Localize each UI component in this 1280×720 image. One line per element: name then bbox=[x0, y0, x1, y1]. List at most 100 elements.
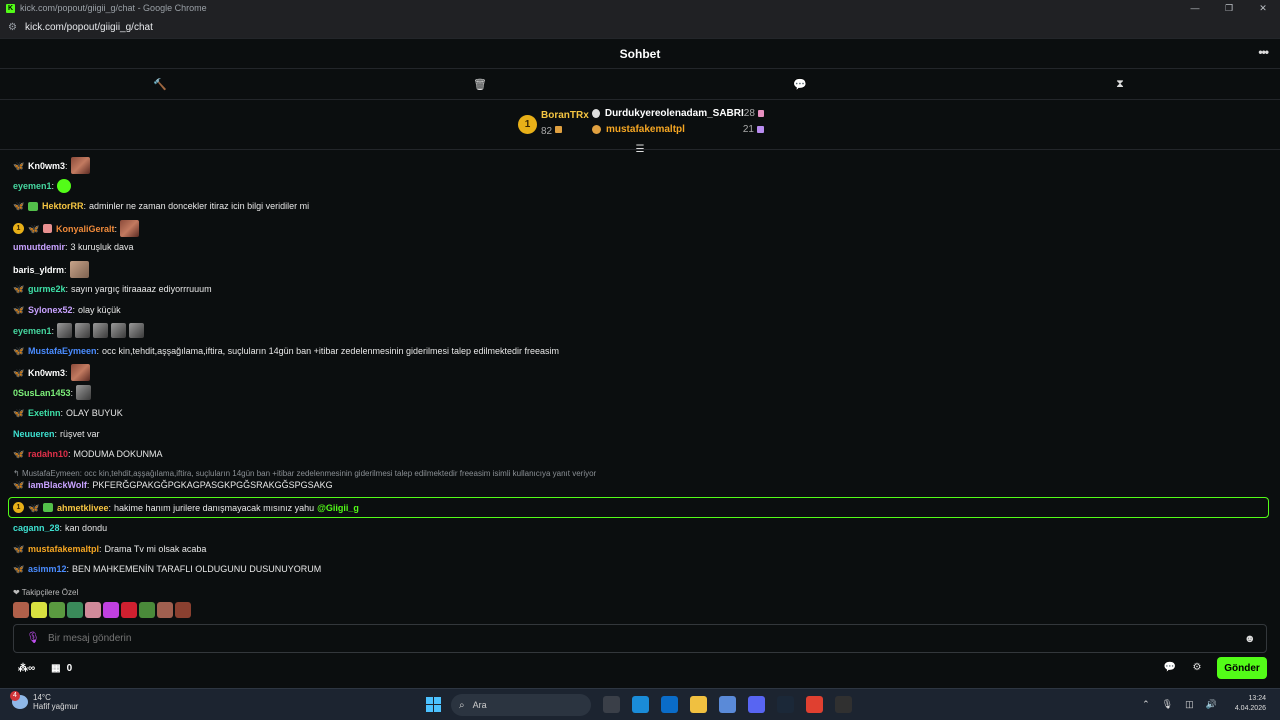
quick-emote[interactable] bbox=[13, 602, 29, 618]
message-text: hakime hanım jurilere danışmayacak mısın… bbox=[114, 502, 315, 513]
mention-tag[interactable]: @Giigii_g bbox=[317, 503, 359, 513]
message-username[interactable]: Kn0wm3 bbox=[28, 368, 65, 378]
clear-chat-button[interactable]: 🗑 bbox=[320, 78, 640, 91]
weather-widget[interactable]: 4 14°C Hafif yağmur bbox=[10, 691, 78, 711]
message-username[interactable]: eyemen1 bbox=[13, 326, 52, 336]
minimize-button[interactable]: — bbox=[1178, 0, 1212, 16]
edge-icon[interactable] bbox=[632, 696, 649, 713]
quick-emote[interactable] bbox=[67, 602, 83, 618]
butterfly-badge-icon: 🦋 bbox=[13, 544, 25, 554]
steam-icon[interactable] bbox=[777, 696, 794, 713]
chat-message: cagann_28: kan dondu bbox=[13, 523, 108, 533]
message-username[interactable]: HektorRR bbox=[42, 201, 84, 211]
restore-button[interactable]: ❐ bbox=[1212, 0, 1246, 16]
message-username[interactable]: MustafaEymeen bbox=[28, 346, 97, 356]
message-username[interactable]: KonyaliGeralt bbox=[56, 224, 115, 234]
message-username[interactable]: radahn10 bbox=[28, 449, 68, 459]
file-explorer-icon[interactable] bbox=[690, 696, 707, 713]
clock[interactable]: 13:24 4.04.2026 bbox=[1235, 694, 1266, 714]
points-count: 0 bbox=[66, 663, 73, 674]
microphone-icon[interactable]: 🎙 bbox=[26, 632, 40, 645]
message-username[interactable]: asimm12 bbox=[28, 564, 67, 574]
clock-time: 13:24 bbox=[1248, 695, 1266, 702]
quick-emote[interactable] bbox=[157, 602, 173, 618]
volume-icon[interactable]: 🔊 bbox=[1206, 699, 1217, 710]
address-bar[interactable]: ⚙ kick.com/popout/giigii_g/chat bbox=[0, 16, 1280, 38]
chat-message-input[interactable] bbox=[48, 633, 1244, 644]
message-username[interactable]: baris_yldrm bbox=[13, 265, 64, 275]
url-text[interactable]: kick.com/popout/giigii_g/chat bbox=[25, 22, 153, 33]
store-icon[interactable]: ▦ bbox=[51, 663, 60, 674]
quick-emote[interactable] bbox=[49, 602, 65, 618]
chat-options-icon[interactable]: 💬 bbox=[1163, 661, 1177, 675]
quick-emote[interactable] bbox=[85, 602, 101, 618]
quick-emote[interactable] bbox=[103, 602, 119, 618]
window-title: kick.com/popout/giigii_g/chat - Google C… bbox=[20, 3, 207, 13]
butterfly-badge-icon: 🦋 bbox=[28, 502, 40, 513]
chevron-up-icon[interactable]: ⌃ bbox=[1142, 699, 1150, 710]
message-username[interactable]: mustafakemaltpl bbox=[28, 544, 99, 554]
butterfly-badge-icon: 🦋 bbox=[13, 449, 25, 459]
taskbar-apps bbox=[603, 696, 852, 713]
butterfly-badge-icon: 🦋 bbox=[13, 305, 25, 315]
leaderboard-first[interactable]: 1 BoranTRx 82 bbox=[518, 110, 589, 139]
microphone-tray-icon[interactable]: 🎙 bbox=[1162, 699, 1173, 710]
message-text: 3 kuruşluk dava bbox=[70, 242, 134, 252]
footer-right: 💬 ⚙ Gönder bbox=[1163, 657, 1267, 679]
app-icon[interactable] bbox=[835, 696, 852, 713]
butterfly-badge-icon: 🦋 bbox=[13, 346, 25, 356]
rank-badge-icon bbox=[592, 109, 600, 118]
message-username[interactable]: iamBlackWolf bbox=[28, 480, 87, 490]
settings-app-icon[interactable] bbox=[719, 696, 736, 713]
gift-icon bbox=[555, 126, 563, 134]
ban-tool-button[interactable]: 🔨 bbox=[0, 78, 320, 91]
channel-points-icon[interactable]: ⁂∞ bbox=[18, 663, 35, 674]
quick-emote[interactable] bbox=[31, 602, 47, 618]
start-button-icon[interactable] bbox=[426, 697, 441, 712]
quick-emote[interactable] bbox=[175, 602, 191, 618]
quick-emote[interactable] bbox=[139, 602, 155, 618]
quick-emote[interactable] bbox=[121, 602, 137, 618]
chat-messages: 🦋 Kn0wm3: eyemen1: 🦋 HektorRR: adminler … bbox=[0, 150, 1280, 580]
butterfly-badge-icon: 🦋 bbox=[13, 284, 25, 294]
settings-gear-icon[interactable]: ⚙ bbox=[1190, 661, 1204, 675]
windows-taskbar: 4 14°C Hafif yağmur ⌕ Ara ⌃ 🎙 ◫ 🔊 13:24 … bbox=[0, 688, 1280, 720]
message-username[interactable]: Neuueren bbox=[13, 429, 55, 439]
slow-mode-button[interactable]: ⧗ bbox=[960, 78, 1280, 91]
chrome-icon[interactable] bbox=[806, 696, 823, 713]
clock-date: 4.04.2026 bbox=[1234, 705, 1266, 712]
chat-bubble-icon: 💬 bbox=[793, 78, 807, 91]
butterfly-badge-icon: 🦋 bbox=[13, 480, 25, 490]
message-username[interactable]: Sylonex52 bbox=[28, 305, 73, 315]
discord-icon[interactable] bbox=[748, 696, 765, 713]
emote bbox=[93, 323, 109, 338]
leaderboard-row[interactable]: Durdukyereolenadam_SABRI 28 bbox=[592, 108, 764, 119]
emoji-picker-icon[interactable]: ☻ bbox=[1244, 633, 1256, 645]
message-username[interactable]: cagann_28 bbox=[13, 523, 60, 533]
message-username[interactable]: Kn0wm3 bbox=[28, 161, 65, 171]
message-username[interactable]: eyemen1 bbox=[13, 181, 52, 191]
network-icon[interactable]: ◫ bbox=[1185, 699, 1194, 710]
task-view-icon[interactable] bbox=[603, 696, 620, 713]
subscriber-badge-icon bbox=[28, 201, 38, 211]
message-username[interactable]: Exetinn bbox=[28, 408, 61, 418]
message-username[interactable]: 0SusLan1453 bbox=[13, 388, 71, 398]
message-username[interactable]: gurme2k bbox=[28, 284, 66, 294]
taskbar-search[interactable]: ⌕ Ara bbox=[451, 694, 591, 716]
chat-mode-button[interactable]: 💬 bbox=[640, 78, 960, 91]
chat-message: 0SusLan1453: bbox=[13, 385, 92, 400]
more-options-icon[interactable]: ••• bbox=[1258, 45, 1269, 59]
butterfly-badge-icon: 🦋 bbox=[13, 160, 25, 171]
search-icon: ⌕ bbox=[459, 699, 465, 711]
send-button[interactable]: Gönder bbox=[1217, 657, 1267, 679]
store-app-icon[interactable] bbox=[661, 696, 678, 713]
leaderboard-row[interactable]: mustafakemaltpl 21 bbox=[592, 124, 764, 135]
heart-icon: ❤ bbox=[13, 588, 22, 597]
followers-only-label: ❤ Takipçilere Özel bbox=[13, 588, 78, 597]
close-button[interactable]: ✕ bbox=[1246, 0, 1280, 16]
message-username[interactable]: ahmetklivee bbox=[57, 503, 109, 513]
site-settings-icon[interactable]: ⚙ bbox=[8, 22, 19, 33]
chat-message: 🦋 Exetinn: OLAY BUYUK bbox=[13, 408, 123, 418]
reply-context[interactable]: ↰ MustafaEymeen: occ kin,tehdit,aşşağıla… bbox=[13, 469, 596, 478]
message-username[interactable]: umuutdemir bbox=[13, 242, 65, 252]
